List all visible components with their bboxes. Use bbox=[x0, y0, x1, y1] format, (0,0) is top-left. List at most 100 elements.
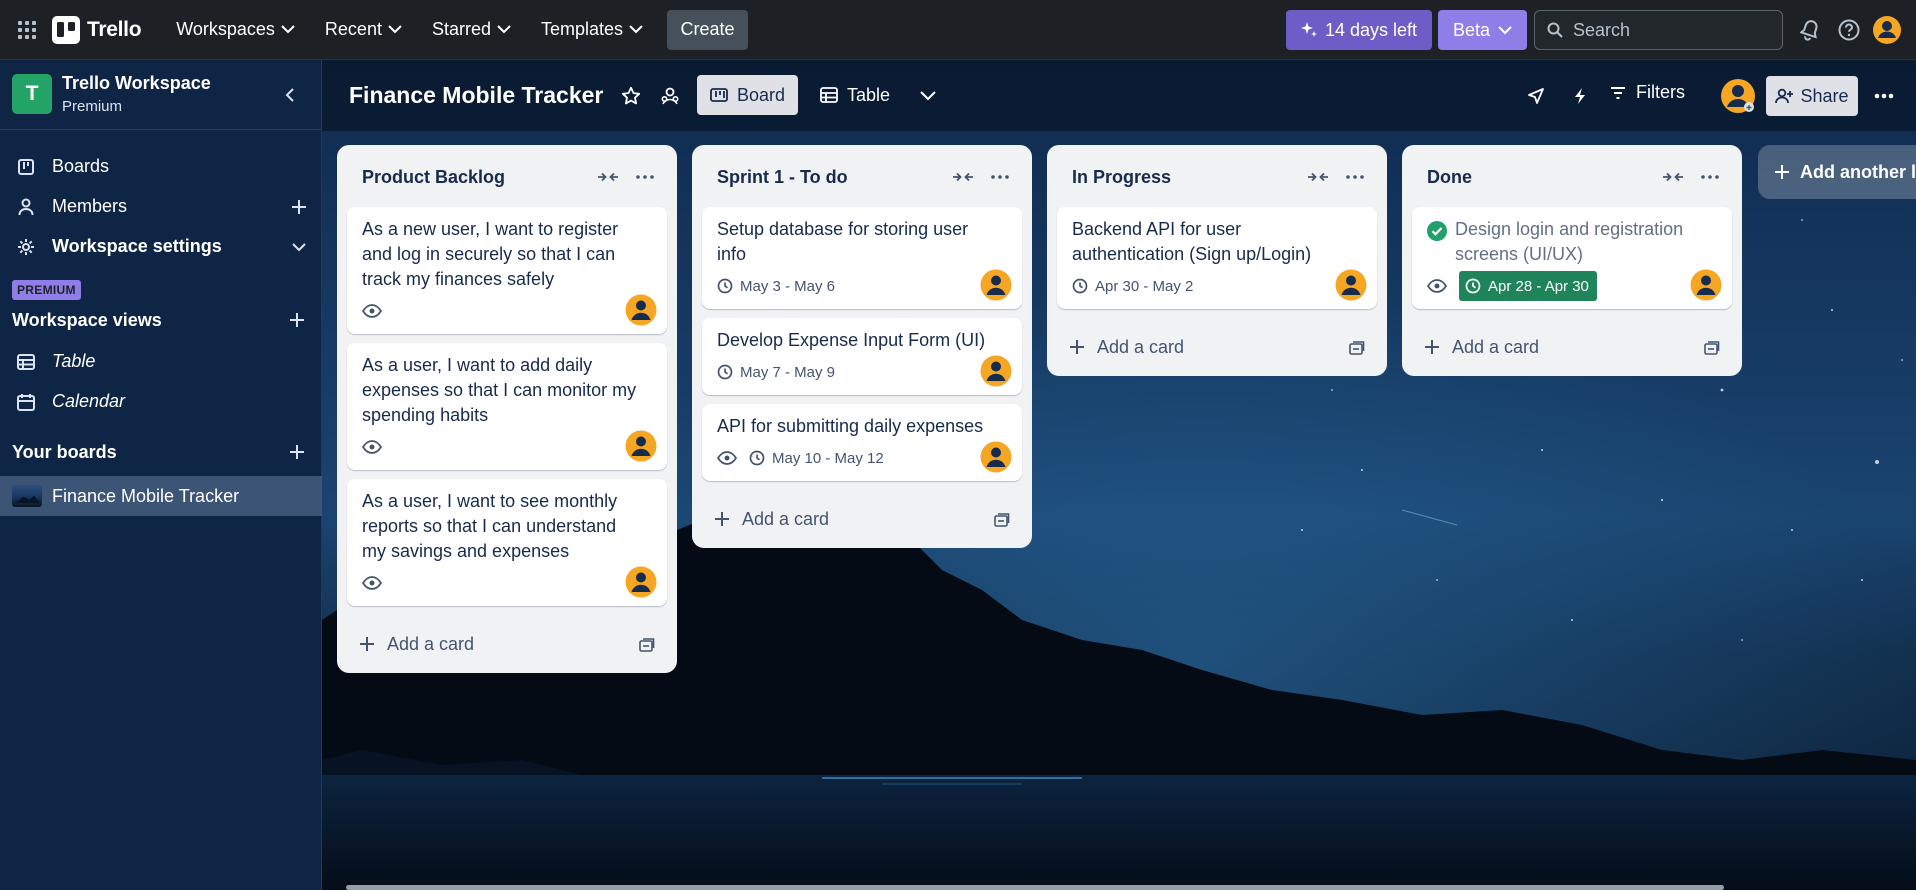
trello-logo[interactable]: Trello bbox=[52, 15, 142, 44]
card-template-icon[interactable] bbox=[637, 635, 657, 655]
collapse-list-icon[interactable] bbox=[1305, 167, 1331, 187]
card[interactable]: As a user, I want to see monthly reports… bbox=[347, 479, 667, 606]
list-title[interactable]: Sprint 1 - To do bbox=[717, 167, 848, 188]
list-actions-more-icon[interactable] bbox=[1341, 165, 1369, 189]
sidebar-item-boards[interactable]: Boards bbox=[0, 147, 322, 185]
list-sprint-1-to-do: Sprint 1 - To do Setup database for stor… bbox=[692, 145, 1032, 548]
add-card-button[interactable]: Add a card bbox=[1047, 318, 1387, 376]
list-actions-more-icon[interactable] bbox=[986, 165, 1014, 189]
add-member-plus-icon[interactable] bbox=[288, 196, 310, 218]
collapse-list-icon[interactable] bbox=[950, 167, 976, 187]
visibility-icon[interactable] bbox=[656, 82, 684, 110]
workspaces-menu[interactable]: Workspaces bbox=[176, 19, 295, 40]
add-card-button[interactable]: Add a card bbox=[1402, 318, 1742, 376]
add-board-plus-icon[interactable] bbox=[286, 441, 308, 463]
card[interactable]: As a new user, I want to register and lo… bbox=[347, 207, 667, 334]
card-title: Develop Expense Input Form (UI) bbox=[717, 330, 986, 350]
share-button[interactable]: Share bbox=[1766, 76, 1858, 116]
board-title[interactable]: Finance Mobile Tracker bbox=[349, 82, 603, 109]
card-member-avatar[interactable] bbox=[625, 566, 657, 598]
power-ups-icon[interactable] bbox=[1522, 82, 1550, 110]
card[interactable]: As a user, I want to add daily expenses … bbox=[347, 343, 667, 470]
card[interactable]: Design login and registration screens (U… bbox=[1412, 207, 1732, 309]
list-actions-more-icon[interactable] bbox=[631, 165, 659, 189]
sidebar-item-workspace-settings[interactable]: Workspace settings bbox=[0, 227, 322, 265]
add-another-list-button[interactable]: Add another li bbox=[1758, 145, 1916, 199]
beta-button[interactable]: Beta bbox=[1438, 10, 1527, 50]
chevron-down-icon bbox=[1498, 25, 1512, 34]
add-card-button[interactable]: Add a card bbox=[337, 615, 677, 673]
card-member-avatar[interactable] bbox=[1690, 269, 1722, 301]
sidebar-item-table-view[interactable]: Table bbox=[0, 342, 322, 380]
starred-menu[interactable]: Starred bbox=[432, 19, 511, 40]
board-member-avatar[interactable] bbox=[1720, 78, 1756, 114]
watch-eye-icon bbox=[362, 304, 382, 318]
sidebar-item-label: Boards bbox=[52, 155, 110, 176]
card-member-avatar[interactable] bbox=[980, 441, 1012, 473]
card-template-icon[interactable] bbox=[1347, 338, 1367, 358]
list-actions-more-icon[interactable] bbox=[1696, 165, 1724, 189]
help-icon[interactable] bbox=[1834, 15, 1864, 45]
workspace-plan: Premium bbox=[62, 98, 123, 115]
card-template-icon[interactable] bbox=[1702, 338, 1722, 358]
card-member-avatar[interactable] bbox=[980, 269, 1012, 301]
due-date-complete-badge[interactable]: Apr 28 - Apr 30 bbox=[1459, 271, 1597, 301]
tab-table-view[interactable]: Table bbox=[807, 75, 903, 115]
chevron-down-icon[interactable] bbox=[288, 236, 310, 258]
card-member-avatar[interactable] bbox=[1335, 269, 1367, 301]
star-icon[interactable] bbox=[617, 82, 645, 110]
list-product-backlog: Product Backlog As a new user, I want to… bbox=[337, 145, 677, 673]
complete-check-icon[interactable] bbox=[1426, 220, 1448, 242]
sidebar-item-members[interactable]: Members bbox=[0, 187, 322, 225]
add-card-label: Add a card bbox=[387, 633, 475, 654]
list-title[interactable]: Done bbox=[1427, 167, 1472, 188]
card[interactable]: API for submitting daily expenses May 10… bbox=[702, 404, 1022, 481]
collapse-list-icon[interactable] bbox=[1660, 167, 1686, 187]
collapse-sidebar-icon[interactable] bbox=[278, 83, 302, 107]
due-date-badge[interactable]: May 7 - May 9 bbox=[717, 364, 835, 381]
card[interactable]: Setup database for storing user info May… bbox=[702, 207, 1022, 309]
card-template-icon[interactable] bbox=[992, 510, 1012, 530]
notifications-icon[interactable] bbox=[1795, 15, 1825, 45]
due-date-badge[interactable]: Apr 30 - May 2 bbox=[1072, 278, 1193, 295]
templates-menu[interactable]: Templates bbox=[541, 19, 643, 40]
list-title[interactable]: In Progress bbox=[1072, 167, 1171, 188]
trello-logo-icon bbox=[52, 15, 80, 44]
recent-menu[interactable]: Recent bbox=[325, 19, 402, 40]
account-avatar[interactable] bbox=[1872, 15, 1902, 45]
create-button[interactable]: Create bbox=[667, 9, 749, 50]
sidebar-item-label: Workspace settings bbox=[52, 235, 222, 256]
workspace-avatar[interactable]: T bbox=[12, 74, 52, 114]
sidebar-item-label: Table bbox=[52, 350, 96, 371]
add-view-plus-icon[interactable] bbox=[286, 309, 308, 331]
card[interactable]: Develop Expense Input Form (UI) May 7 - … bbox=[702, 318, 1022, 395]
due-date-badge[interactable]: May 10 - May 12 bbox=[749, 450, 884, 467]
search-box[interactable] bbox=[1534, 10, 1783, 50]
app-switcher-icon[interactable] bbox=[12, 15, 42, 45]
workspaces-menu-label: Workspaces bbox=[176, 19, 275, 39]
search-input[interactable] bbox=[1573, 19, 1763, 41]
more-views-chevron-icon[interactable] bbox=[914, 82, 942, 110]
workspace-name[interactable]: Trello Workspace bbox=[62, 73, 211, 94]
filters-button[interactable]: Filters bbox=[1610, 82, 1685, 103]
tab-board-view[interactable]: Board bbox=[697, 75, 799, 115]
sidebar-item-label: Members bbox=[52, 195, 128, 216]
add-card-button[interactable]: Add a card bbox=[692, 490, 1032, 548]
automation-icon[interactable] bbox=[1566, 82, 1594, 110]
card-member-avatar[interactable] bbox=[980, 355, 1012, 387]
list-title[interactable]: Product Backlog bbox=[362, 167, 505, 188]
board-menu-more-icon[interactable] bbox=[1868, 82, 1900, 110]
sidebar-item-calendar-view[interactable]: Calendar bbox=[0, 382, 322, 420]
sidebar-board-finance-mobile-tracker[interactable]: Finance Mobile Tracker bbox=[0, 476, 322, 516]
plus-icon bbox=[357, 634, 377, 654]
card-member-avatar[interactable] bbox=[625, 430, 657, 462]
list-in-progress: In Progress Backend API for user authent… bbox=[1047, 145, 1387, 376]
collapse-list-icon[interactable] bbox=[595, 167, 621, 187]
boards-icon bbox=[16, 157, 36, 177]
card-member-avatar[interactable] bbox=[625, 294, 657, 326]
horizontal-scrollbar[interactable] bbox=[346, 885, 1724, 890]
card[interactable]: Backend API for user authentication (Sig… bbox=[1057, 207, 1377, 309]
trial-days-left-button[interactable]: 14 days left bbox=[1286, 10, 1432, 50]
clock-icon bbox=[1465, 278, 1481, 294]
due-date-badge[interactable]: May 3 - May 6 bbox=[717, 278, 835, 295]
